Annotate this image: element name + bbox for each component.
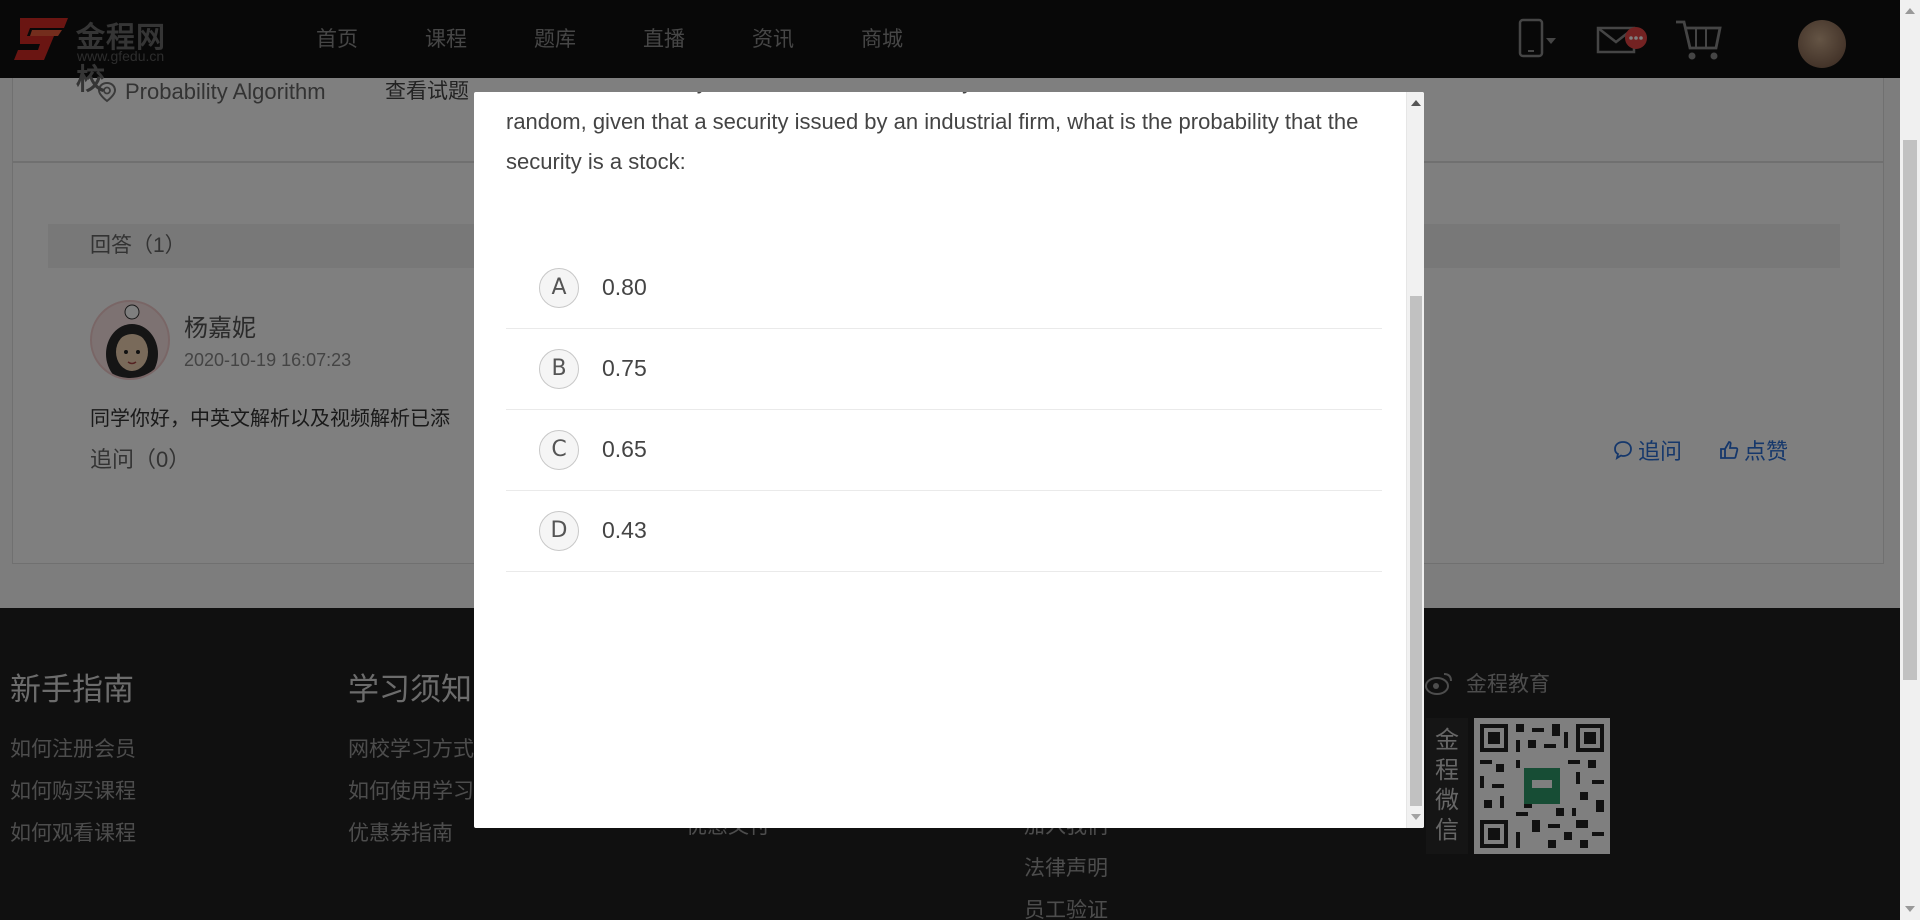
option-value: 0.80 — [602, 274, 647, 300]
question-text: random, given that a security issued by … — [506, 109, 1359, 174]
option-letter: C — [539, 430, 579, 470]
modal-scroll-thumb[interactable] — [1410, 296, 1422, 806]
page-scroll-thumb[interactable] — [1903, 140, 1917, 680]
question-modal: the industrial firms, you are told that … — [474, 92, 1424, 828]
option-value: 0.43 — [602, 517, 647, 543]
question-text-cut-line: the industrial firms, you are told that … — [506, 92, 1166, 102]
option-letter: D — [539, 511, 579, 551]
page-scroll-up-icon[interactable] — [1905, 8, 1915, 14]
option-d[interactable]: D 0.43 — [506, 491, 1382, 572]
option-a[interactable]: A 0.80 — [506, 248, 1382, 329]
scroll-down-arrow-icon[interactable] — [1411, 814, 1421, 820]
option-value: 0.65 — [602, 436, 647, 462]
option-letter: A — [539, 268, 579, 308]
option-b[interactable]: B 0.75 — [506, 329, 1382, 410]
answer-options: A 0.80 B 0.75 C 0.65 D 0.43 — [506, 248, 1382, 572]
option-c[interactable]: C 0.65 — [506, 410, 1382, 491]
modal-scrollbar[interactable] — [1406, 92, 1424, 828]
scroll-up-arrow-icon[interactable] — [1411, 100, 1421, 106]
option-letter: B — [539, 349, 579, 389]
option-value: 0.75 — [602, 355, 647, 381]
page-scroll-down-icon[interactable] — [1905, 906, 1915, 912]
page-scrollbar[interactable] — [1900, 0, 1920, 920]
